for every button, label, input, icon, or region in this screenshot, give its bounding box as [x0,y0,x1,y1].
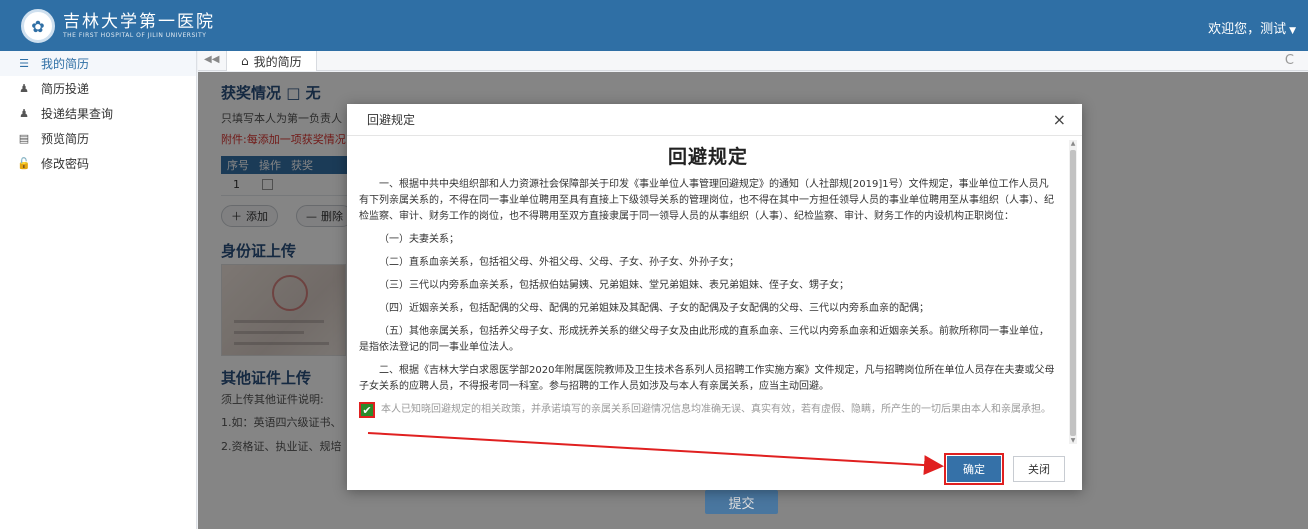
rules-paragraph: （三）三代以内旁系血亲关系，包括叔伯姑舅姨、兄弟姐妹、堂兄弟姐妹、表兄弟姐妹、侄… [379,280,849,291]
list-icon: ☰ [19,57,29,70]
welcome-text: 欢迎您，测试 [1208,22,1287,37]
unlock-icon: 🔓 [17,157,31,170]
agreement-text: 本人已知晓回避规定的相关政策，并承诺填写的亲属关系回避情况信息均准确无误、真实有… [381,404,1051,415]
rules-paragraph: （五）其他亲属关系，包括养父母子女、形成抚养关系的继父母子女及由此形成的直系血亲… [359,326,1049,353]
avoidance-rules-dialog: 回避规定 × 回避规定 一、根据中共中央组织部和人力资源社会保障部关于印发《事业… [347,104,1082,490]
sidebar-item-submit-resume[interactable]: ♟ 简历投递 [0,76,196,101]
sidebar-item-label: 修改密码 [41,157,90,171]
submit-button[interactable]: 提交 [705,490,778,514]
top-header: ✿ 吉林大学第一医院 THE FIRST HOSPITAL OF JILIN U… [0,0,1308,51]
document-icon: ▤ [18,132,30,145]
sidebar-item-label: 简历投递 [41,82,90,96]
agreement-checkbox[interactable]: ✔ [359,402,375,418]
user-menu[interactable]: 欢迎您，测试 ▼ [1208,18,1296,37]
caret-down-icon: ▼ [1289,26,1296,36]
close-icon[interactable]: × [1053,110,1066,129]
rules-paragraph: 二、根据《吉林大学白求恩医学部2020年附属医院教师及卫生技术各系列人员招聘工作… [359,365,1055,392]
dialog-body: 回避规定 一、根据中共中央组织部和人力资源社会保障部关于印发《事业单位人事管理回… [347,136,1069,444]
refresh-icon[interactable]: C [1285,53,1294,68]
close-button[interactable]: 关闭 [1013,456,1065,482]
sidebar-item-result-query[interactable]: ♟ 投递结果查询 [0,101,196,126]
dialog-footer: 确定 关闭 [347,444,1082,490]
sidebar-item-change-password[interactable]: 🔓 修改密码 [0,151,196,176]
collapse-sidebar-icon[interactable]: ◀◀ [204,54,219,65]
logo-emblem-icon: ✿ [21,9,55,43]
dialog-header: 回避规定 × [347,104,1082,136]
rules-paragraph: （一）夫妻关系； [379,234,459,245]
sidebar: ☰ 我的简历 ♟ 简历投递 ♟ 投递结果查询 ▤ 预览简历 🔓 修改密码 [0,51,197,529]
scroll-up-icon[interactable]: ▲ [1069,140,1077,147]
sidebar-item-label: 我的简历 [41,57,90,71]
tab-label: 我的简历 [253,54,302,69]
rules-title: 回避规定 [667,146,748,168]
logo-chinese-name: 吉林大学第一医院 [63,11,215,32]
sidebar-item-preview-resume[interactable]: ▤ 预览简历 [0,126,196,151]
tab-bar: ◀◀ ⌂ 我的简历 C [198,51,1308,71]
sidebar-item-label: 预览简历 [41,132,90,146]
sidebar-item-label: 投递结果查询 [41,107,114,121]
sidebar-item-my-resume[interactable]: ☰ 我的简历 [0,51,196,76]
dialog-header-title: 回避规定 [367,113,416,127]
home-icon: ⌂ [241,54,249,68]
confirm-button[interactable]: 确定 [944,453,1004,485]
rules-paragraph: （四）近姻亲关系，包括配偶的父母、配偶的兄弟姐妹及其配偶、子女的配偶及子女配偶的… [379,303,929,314]
dialog-scrollbar[interactable]: ▲ ▼ [1069,140,1077,444]
scroll-down-icon[interactable]: ▼ [1069,437,1077,444]
agreement-row: ✔ 本人已知晓回避规定的相关政策，并承诺填写的亲属关系回避情况信息均准确无误、真… [359,402,1057,418]
hospital-logo[interactable]: ✿ 吉林大学第一医院 THE FIRST HOSPITAL OF JILIN U… [21,9,215,43]
user-icon: ♟ [19,82,29,95]
user-icon: ♟ [19,107,29,120]
logo-english-name: THE FIRST HOSPITAL OF JILIN UNIVERSITY [63,31,207,39]
rules-paragraph: 一、根据中共中央组织部和人力资源社会保障部关于印发《事业单位人事管理回避规定》的… [359,179,1054,222]
tab-my-resume[interactable]: ⌂ 我的简历 [226,51,317,71]
rules-paragraph: （二）直系血亲关系，包括祖父母、外祖父母、父母、子女、孙子女、外孙子女； [379,257,739,268]
scrollbar-thumb[interactable] [1070,150,1076,436]
